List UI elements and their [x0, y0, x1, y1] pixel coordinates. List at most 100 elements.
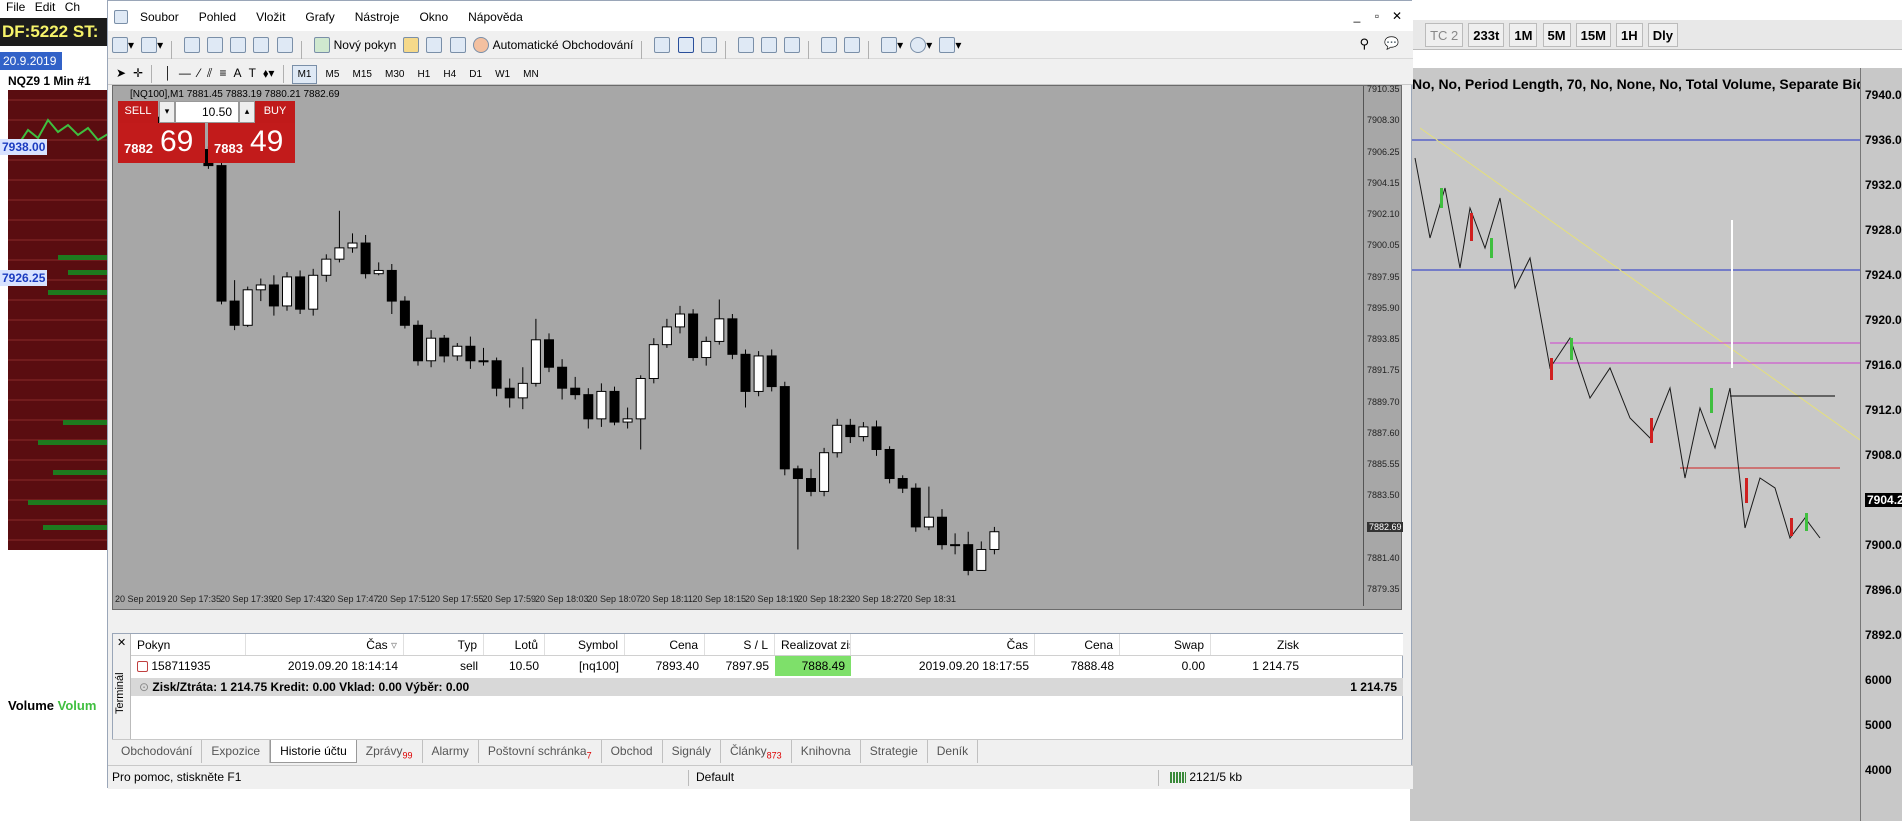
- lot-increase-icon[interactable]: ▴: [239, 101, 255, 123]
- tab-1[interactable]: Expozice: [202, 740, 271, 763]
- bg-tf-dly[interactable]: Dly: [1647, 23, 1678, 47]
- menu-soubor[interactable]: Soubor: [130, 6, 189, 30]
- minimize-button[interactable]: _: [1347, 9, 1367, 25]
- bg-menu-file[interactable]: File: [6, 0, 25, 14]
- close-button[interactable]: ✕: [1387, 9, 1407, 25]
- col-symbol[interactable]: Symbol: [545, 634, 625, 655]
- tab-8[interactable]: Články873: [721, 740, 792, 763]
- tab-2[interactable]: Historie účtu: [270, 740, 357, 763]
- tf-w1[interactable]: W1: [490, 66, 515, 83]
- col-cena[interactable]: Cena: [625, 634, 705, 655]
- strategy-tester-icon[interactable]: [276, 34, 293, 56]
- tf-mn[interactable]: MN: [518, 66, 544, 83]
- candlestick-icon[interactable]: [677, 34, 694, 56]
- cursor-icon[interactable]: ➤: [116, 62, 126, 84]
- bg-menu-edit[interactable]: Edit: [35, 0, 56, 14]
- lot-input[interactable]: 10.50: [175, 101, 239, 123]
- bg-menu-chart[interactable]: Ch: [65, 0, 80, 14]
- bg-tf-233t[interactable]: 233t: [1468, 23, 1505, 47]
- horizontal-line-icon[interactable]: ―: [179, 62, 191, 84]
- bg-tf-tc2[interactable]: TC 2: [1425, 23, 1464, 47]
- buy-button[interactable]: BUY: [255, 101, 295, 123]
- status-profile[interactable]: Default: [696, 770, 734, 784]
- col-zisk[interactable]: Zisk: [1211, 634, 1305, 655]
- tab-10[interactable]: Strategie: [861, 740, 928, 763]
- community-icon[interactable]: [426, 34, 443, 56]
- crosshair-icon[interactable]: ✛: [133, 62, 143, 84]
- candlestick-chart[interactable]: [113, 86, 1363, 606]
- bg-tf-15m[interactable]: 15M: [1575, 23, 1611, 47]
- shapes-icon[interactable]: ⬧▾: [263, 63, 274, 85]
- text-icon[interactable]: A: [234, 62, 242, 84]
- new-order-button[interactable]: Nový pokyn: [313, 34, 396, 56]
- tab-7[interactable]: Signály: [663, 740, 721, 763]
- tf-m5[interactable]: M5: [321, 66, 345, 83]
- menu-vlozit[interactable]: Vložit: [246, 6, 295, 30]
- tf-d1[interactable]: D1: [464, 66, 487, 83]
- data-window-icon[interactable]: [207, 34, 224, 56]
- terminal-close-icon[interactable]: ✕: [117, 636, 126, 649]
- chart-window[interactable]: 7910.35 7908.30 7906.25 7904.15 7902.10 7900.…: [112, 84, 1403, 610]
- periods-icon[interactable]: ▾: [910, 34, 932, 56]
- bg-tf-1m[interactable]: 1M: [1509, 23, 1538, 47]
- tf-m30[interactable]: M30: [380, 66, 409, 83]
- tf-h4[interactable]: H4: [438, 66, 461, 83]
- tab-9[interactable]: Knihovna: [792, 740, 861, 763]
- vertical-line-icon[interactable]: │: [164, 62, 172, 84]
- bar-chart-icon[interactable]: [654, 34, 671, 56]
- tab-3[interactable]: Zprávy99: [357, 740, 423, 763]
- tab-11[interactable]: Deník: [928, 740, 979, 763]
- chat-icon[interactable]: 💬: [1384, 36, 1399, 50]
- chart-shift-icon[interactable]: [844, 34, 861, 56]
- auto-scroll-icon[interactable]: [820, 34, 837, 56]
- tab-6[interactable]: Obchod: [602, 740, 663, 763]
- trendline-icon[interactable]: ⁄: [198, 62, 200, 84]
- market-watch-icon[interactable]: [184, 34, 201, 56]
- menu-nastroje[interactable]: Nástroje: [345, 6, 410, 30]
- templates-icon[interactable]: ▾: [939, 34, 961, 56]
- terminal-icon[interactable]: [253, 34, 270, 56]
- col-cas-close[interactable]: Čas: [851, 634, 1035, 655]
- col-cas[interactable]: Čas ▿: [246, 634, 404, 655]
- col-sl[interactable]: S / L: [705, 634, 775, 655]
- metaeditor-icon[interactable]: [403, 34, 420, 56]
- sell-price[interactable]: 7882 69: [118, 123, 205, 163]
- col-lotu[interactable]: Lotů: [484, 634, 545, 655]
- auto-trading-button[interactable]: Automatické Obchodování: [472, 34, 633, 56]
- buy-price[interactable]: 7883 49: [208, 123, 295, 163]
- col-cena-close[interactable]: Cena: [1035, 634, 1120, 655]
- line-chart-icon[interactable]: [700, 34, 717, 56]
- indicators-icon[interactable]: ▾: [881, 34, 903, 56]
- menu-okno[interactable]: Okno: [409, 6, 458, 30]
- lot-decrease-icon[interactable]: ▾: [159, 101, 175, 123]
- profiles-icon[interactable]: ▾: [141, 34, 163, 56]
- col-pokyn[interactable]: Pokyn: [131, 634, 246, 655]
- col-tp[interactable]: Realizovat zisk: [775, 634, 851, 655]
- tf-m15[interactable]: M15: [348, 66, 377, 83]
- menu-napoveda[interactable]: Nápověda: [458, 6, 533, 30]
- text-label-icon[interactable]: T: [249, 62, 256, 84]
- table-row[interactable]: 158711935 2019.09.20 18:14:14 sell 10.50…: [131, 656, 1403, 676]
- tab-4[interactable]: Alarmy: [423, 740, 479, 763]
- bg-tf-1h[interactable]: 1H: [1616, 23, 1643, 47]
- zoom-out-icon[interactable]: [760, 34, 777, 56]
- restore-button[interactable]: ▫: [1367, 9, 1387, 25]
- tab-0[interactable]: Obchodování: [112, 740, 203, 763]
- menu-grafy[interactable]: Grafy: [295, 6, 344, 30]
- new-chart-icon[interactable]: ▾: [112, 34, 134, 56]
- channel-icon[interactable]: ⫽: [207, 63, 212, 85]
- tf-m1[interactable]: M1: [291, 65, 318, 84]
- vps-icon[interactable]: [449, 34, 466, 56]
- col-swap[interactable]: Swap: [1120, 634, 1211, 655]
- tile-windows-icon[interactable]: [783, 34, 800, 56]
- zoom-in-icon[interactable]: [737, 34, 754, 56]
- bg-tf-5m[interactable]: 5M: [1542, 23, 1571, 47]
- col-typ[interactable]: Typ: [404, 634, 484, 655]
- menu-pohled[interactable]: Pohled: [189, 6, 246, 30]
- navigator-icon[interactable]: [230, 34, 247, 56]
- tf-h1[interactable]: H1: [413, 66, 436, 83]
- fibonacci-icon[interactable]: ≡: [219, 62, 226, 84]
- search-icon[interactable]: ⚲: [1359, 36, 1369, 52]
- tab-5[interactable]: Poštovní schránka7: [479, 740, 602, 763]
- sell-button[interactable]: SELL: [118, 101, 158, 123]
